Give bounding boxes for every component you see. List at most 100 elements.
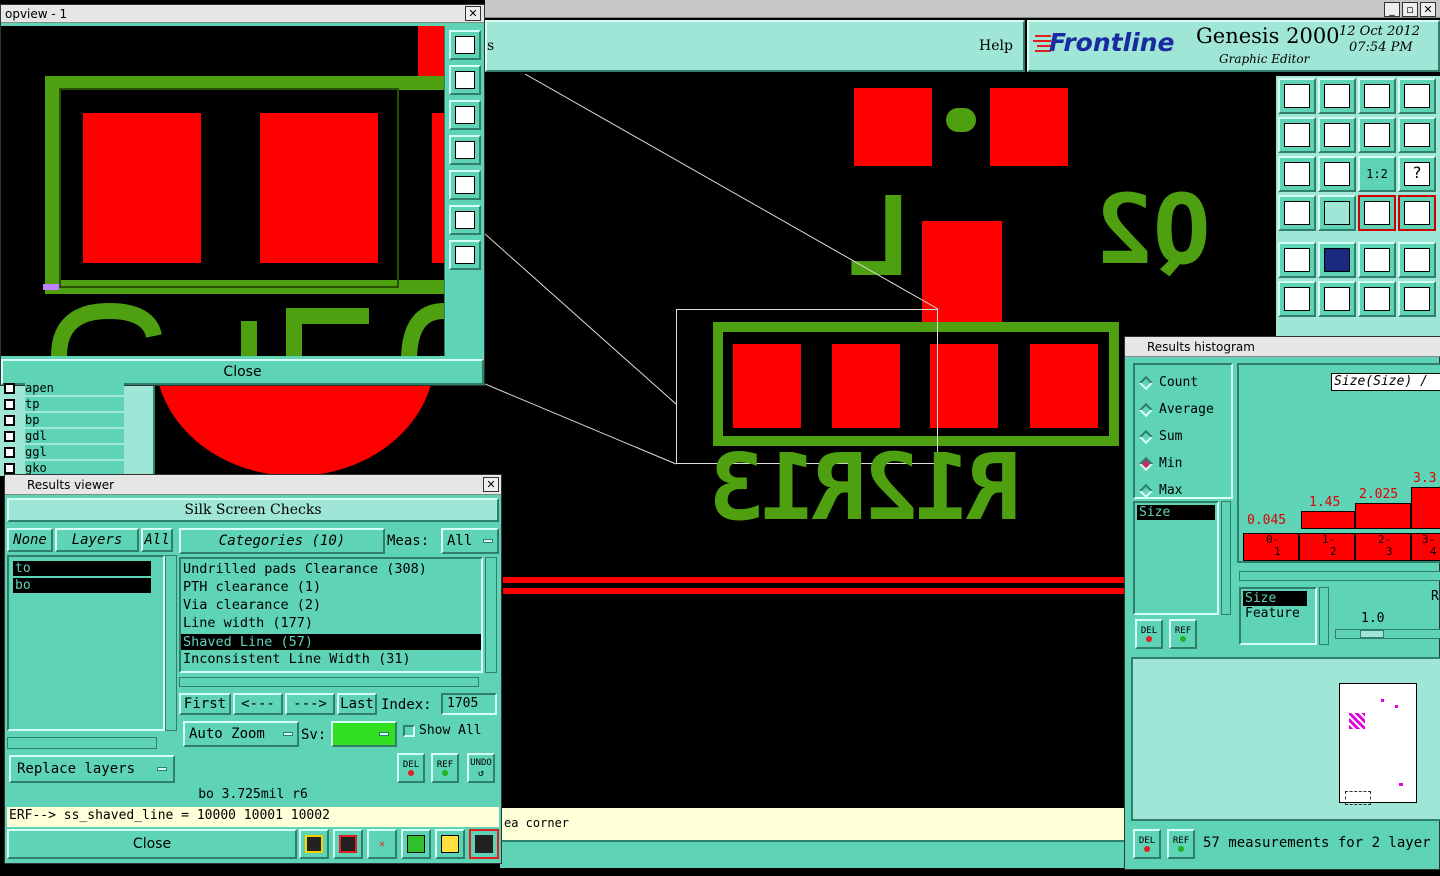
- zoom-in-icon[interactable]: [449, 65, 481, 95]
- graphic-canvas[interactable]: Q2 L R12R13: [485, 74, 1211, 809]
- close-icon[interactable]: ✕: [465, 6, 481, 21]
- category-list[interactable]: Undrilled pads Clearance (308) PTH clear…: [179, 557, 483, 673]
- list-item[interactable]: Undrilled pads Clearance (308): [181, 561, 481, 579]
- snap-icon[interactable]: [1358, 195, 1396, 231]
- help-icon[interactable]: ?: [1398, 156, 1436, 192]
- results-close-button[interactable]: Close: [7, 829, 297, 859]
- meas-dropdown[interactable]: All: [441, 528, 499, 554]
- list-item[interactable]: Size: [1243, 591, 1307, 606]
- category-list-scrollbar[interactable]: [485, 557, 497, 673]
- scale-1-2-icon[interactable]: 1:2: [1358, 156, 1396, 192]
- mirror-icon[interactable]: [1358, 117, 1396, 153]
- close-icon[interactable]: ✕: [1420, 2, 1436, 17]
- categories-button[interactable]: Categories (10): [179, 528, 385, 554]
- last-button[interactable]: Last: [337, 693, 377, 715]
- ref-button[interactable]: REF: [431, 753, 459, 783]
- layer-row[interactable]: gdl: [4, 428, 124, 444]
- list-item[interactable]: Feature: [1243, 606, 1313, 621]
- slider-handle[interactable]: [1360, 630, 1384, 638]
- select-icon[interactable]: [1398, 242, 1436, 278]
- measure-icon[interactable]: [1278, 242, 1316, 278]
- histogram-icon[interactable]: [469, 829, 499, 859]
- center-icon[interactable]: [449, 240, 481, 270]
- measure-list-scrollbar[interactable]: [1221, 501, 1231, 615]
- board-outline[interactable]: [1339, 683, 1417, 803]
- bin-cell[interactable]: 3- 4: [1411, 533, 1440, 561]
- window-controls[interactable]: _ ▫ ✕: [1384, 2, 1436, 17]
- sv-color-dropdown[interactable]: [331, 721, 397, 747]
- auto-zoom-dropdown[interactable]: Auto Zoom: [183, 721, 299, 747]
- ref-no-icon[interactable]: ✕: [367, 829, 397, 859]
- list-item[interactable]: PTH clearance (1): [181, 579, 481, 597]
- zoom-in-icon[interactable]: [1318, 78, 1356, 114]
- zoom-out-icon[interactable]: [449, 100, 481, 130]
- category-list-hscrollbar[interactable]: [179, 677, 479, 687]
- fit-icon[interactable]: [449, 205, 481, 235]
- checkbox-icon[interactable]: [4, 446, 15, 458]
- zoom-window-icon[interactable]: [449, 30, 481, 60]
- layer-row[interactable]: bp: [4, 412, 124, 428]
- measure-list[interactable]: Size: [1133, 501, 1219, 615]
- show-all-checkbox[interactable]: [403, 725, 415, 737]
- report-icon[interactable]: [333, 829, 363, 859]
- replace-layers-dropdown[interactable]: Replace layers: [9, 755, 175, 783]
- checkbox-icon[interactable]: [4, 462, 15, 474]
- grid-icon[interactable]: [1318, 195, 1356, 231]
- layer-result-list[interactable]: to bo: [7, 555, 165, 731]
- restore-icon[interactable]: ▫: [1402, 2, 1418, 17]
- checkbox-icon[interactable]: [4, 382, 15, 394]
- pan-left-icon[interactable]: [449, 135, 481, 165]
- layer-row[interactable]: apen: [4, 380, 124, 396]
- draw-line-icon[interactable]: [1318, 242, 1356, 278]
- rotate-icon[interactable]: [1398, 117, 1436, 153]
- ref-button[interactable]: REF: [1167, 829, 1195, 859]
- home-view-icon[interactable]: [1278, 78, 1316, 114]
- layer-list-scrollbar[interactable]: [165, 555, 177, 731]
- layer-row[interactable]: tp: [4, 396, 124, 412]
- fit-icon[interactable]: [1278, 156, 1316, 192]
- pan-left-icon[interactable]: [1278, 117, 1316, 153]
- connect-icon[interactable]: [1278, 281, 1316, 317]
- split-view-icon[interactable]: [1398, 78, 1436, 114]
- layer-list-hscrollbar[interactable]: [7, 737, 157, 749]
- list-item[interactable]: to: [13, 561, 151, 576]
- average-radio[interactable]: Average: [1138, 396, 1225, 423]
- count-radio[interactable]: Count: [1138, 369, 1225, 396]
- view-window[interactable]: [1345, 791, 1371, 805]
- checkbox-icon[interactable]: [4, 398, 15, 410]
- close-icon[interactable]: ✕: [483, 477, 499, 492]
- bin-cell[interactable]: 2- 3: [1355, 533, 1411, 561]
- layers-button[interactable]: Layers: [55, 528, 139, 552]
- center-icon[interactable]: [1318, 156, 1356, 192]
- layer-row[interactable]: ggl: [4, 444, 124, 460]
- ruler-icon[interactable]: [1358, 242, 1396, 278]
- snap2-icon[interactable]: [1398, 195, 1436, 231]
- index-input[interactable]: 1705: [441, 693, 497, 715]
- max-radio[interactable]: Max: [1138, 477, 1225, 504]
- layers-icon[interactable]: [299, 829, 329, 859]
- step-icon[interactable]: [401, 829, 431, 859]
- list-item[interactable]: Via clearance (2): [181, 597, 481, 615]
- first-button[interactable]: First: [179, 693, 231, 715]
- bin-cell[interactable]: 1- 2: [1299, 533, 1355, 561]
- tools-icon[interactable]: [1278, 195, 1316, 231]
- none-button[interactable]: None: [7, 528, 53, 552]
- pan-right-icon[interactable]: [449, 170, 481, 200]
- bin-cell[interactable]: 0- 1: [1243, 533, 1299, 561]
- home-icon[interactable]: [1358, 78, 1396, 114]
- arrow-icon[interactable]: [1358, 281, 1396, 317]
- list-item[interactable]: bo: [13, 578, 151, 593]
- list-item[interactable]: Inconsistent Line Width (31): [181, 651, 481, 669]
- prev-button[interactable]: <---: [233, 693, 283, 715]
- min-radio[interactable]: Min: [1138, 450, 1225, 477]
- pan-right-icon[interactable]: [1318, 117, 1356, 153]
- del-button[interactable]: DEL: [1135, 619, 1163, 649]
- del-button[interactable]: DEL: [397, 753, 425, 783]
- all-button[interactable]: All: [141, 528, 173, 552]
- cross-icon[interactable]: [1318, 281, 1356, 317]
- help-menu[interactable]: Help: [979, 38, 1013, 54]
- minimize-icon[interactable]: _: [1384, 2, 1400, 17]
- next-button[interactable]: --->: [285, 693, 335, 715]
- list-item[interactable]: Size: [1137, 505, 1215, 520]
- topview-canvas[interactable]: [1, 26, 444, 356]
